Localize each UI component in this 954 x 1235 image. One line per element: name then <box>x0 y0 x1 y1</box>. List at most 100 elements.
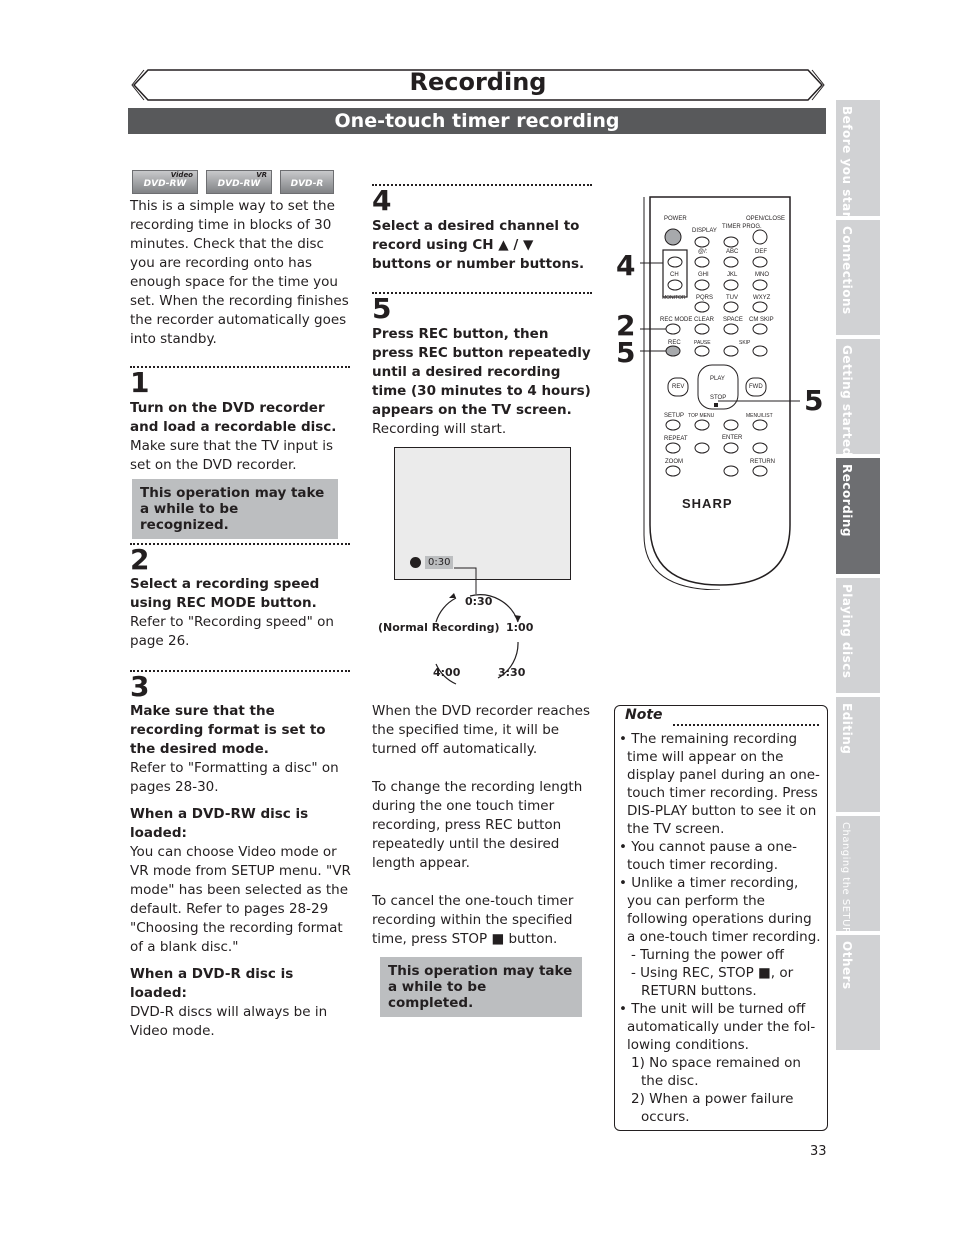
digit-0-button <box>723 323 739 335</box>
remote-brand-logo: SHARP <box>682 496 733 511</box>
side-tab-label: Getting started <box>840 345 854 457</box>
skip-back-button <box>723 345 739 357</box>
callout-step-5-stop: 5 <box>804 384 824 417</box>
digit-8-button <box>723 301 739 313</box>
remote-label-skip: SKIP <box>739 340 751 346</box>
remote-label-clear: CLEAR <box>694 317 715 323</box>
note-list: • The remaining recording time will appe… <box>619 730 821 1126</box>
remote-label-pqrs: PQRS <box>696 295 713 301</box>
power-button <box>664 228 682 246</box>
rec-button <box>665 345 681 357</box>
remote-label-timer-prog: TIMER PROG. <box>722 224 762 230</box>
cycle-time-1-00: 1:00 <box>506 621 534 634</box>
remote-label-zoom: ZOOM <box>665 459 683 465</box>
remote-label-menu-list: MENU/LIST <box>746 413 773 419</box>
side-tab-changing-setup-menu[interactable]: Changing the SETUP menu <box>836 816 880 968</box>
subsection-heading: When a DVD-R disc is loaded: <box>130 966 294 1001</box>
callout-line <box>454 567 477 594</box>
side-tab-label: Recording <box>840 464 854 537</box>
remote-label-cm-skip: CM SKIP <box>749 317 774 323</box>
remote-label-enter: ENTER <box>722 435 743 441</box>
disc-logo-dvd-r: DVD-R <box>280 170 334 194</box>
digit-5-button <box>723 279 739 291</box>
remote-label-mno: MNO <box>755 272 769 278</box>
step-body: Make sure that the TV input is set on th… <box>130 438 334 473</box>
disc-mode-label: VR <box>256 171 267 179</box>
open-close-button <box>752 229 768 245</box>
top-menu-button <box>694 419 710 431</box>
paragraph: To change the recording length during th… <box>372 779 583 871</box>
return-button <box>752 465 768 477</box>
side-tab-playing-discs[interactable]: Playing discs <box>836 578 880 693</box>
zoom-button <box>665 465 681 477</box>
remote-label-ch: CH <box>670 272 679 278</box>
notice-completed: This operation may take a while to be co… <box>380 957 582 1017</box>
step-5-content: Press REC button, then press REC button … <box>372 325 594 439</box>
remote-label-rev: REV <box>672 384 684 390</box>
paragraph: To cancel the one-touch timer recording … <box>372 893 574 947</box>
clear-button <box>694 323 710 335</box>
note-item: • The unit will be turned off automatica… <box>619 1001 816 1053</box>
down-button <box>723 465 739 477</box>
step-number: 1 <box>130 366 150 399</box>
remote-label-rec: REC <box>668 340 681 346</box>
side-tab-connections[interactable]: Connections <box>836 220 880 335</box>
subsection-heading: When a DVD-RW disc is loaded: <box>130 806 309 841</box>
step-divider <box>130 543 350 545</box>
normal-recording-label: (Normal Recording) <box>378 621 500 634</box>
remote-label-tuv: TUV <box>726 295 738 301</box>
note-item: • The remaining recording time will appe… <box>619 731 820 837</box>
disc-logo-dvd-rw-vr: VR DVD-RW <box>206 170 272 194</box>
step-body: Refer to "Formatting a disc" on pages 28… <box>130 760 339 795</box>
paragraph: When the DVD recorder reaches the specif… <box>372 703 591 757</box>
remote-control-illustration: POWER DISPLAY TIMER PROG. OPEN/CLOSE CH … <box>640 196 800 590</box>
cycle-time-0-30: 0:30 <box>465 595 493 608</box>
remote-label-display: DISPLAY <box>692 228 717 234</box>
remote-label-ghi: GHI <box>698 272 709 278</box>
step-number: 4 <box>372 184 392 217</box>
step-number: 2 <box>130 543 150 576</box>
digit-3-button <box>752 256 768 268</box>
remote-label-space: SPACE <box>723 317 743 323</box>
left-button <box>694 442 710 454</box>
digit-1-button <box>694 256 710 268</box>
side-tab-others[interactable]: Others <box>836 935 880 1050</box>
side-tab-label: Playing discs <box>840 584 854 679</box>
note-box: Note • The remaining recording time will… <box>614 705 828 1131</box>
disc-logo-dvd-rw-video: Video DVD-RW <box>132 170 198 194</box>
stop-icon <box>714 403 718 407</box>
side-tab-label: Editing <box>840 703 854 755</box>
step-1-content: Turn on the DVD recorder and load a reco… <box>130 399 352 475</box>
setup-button <box>665 419 681 431</box>
side-tab-editing[interactable]: Editing <box>836 697 880 812</box>
remote-label-wxyz: WXYZ <box>753 295 771 301</box>
ch-up-button <box>667 256 683 268</box>
side-tab-label: Others <box>840 941 854 990</box>
step-4-heading: Select a desired channel to record using… <box>372 218 585 272</box>
remote-label-pause: PAUSE <box>694 340 711 346</box>
cm-skip-button <box>752 323 768 335</box>
side-tab-before-you-start[interactable]: Before you start <box>836 100 880 224</box>
note-subitem: - Using REC, STOP ■, or RETURN buttons. <box>631 965 794 999</box>
ch-down-button <box>667 279 683 291</box>
subsection-body: DVD-R discs will always be in Video mode… <box>130 1004 328 1039</box>
remote-label-setup: SETUP <box>664 413 684 419</box>
digit-9-button <box>752 301 768 313</box>
disc-type-label: DVD-RW <box>217 179 261 189</box>
play-stop-pad <box>697 364 739 410</box>
remote-label-fwd: FWD <box>749 384 763 390</box>
disc-mode-label <box>281 171 333 179</box>
enter-button <box>723 442 739 454</box>
side-tab-recording[interactable]: Recording <box>836 458 880 574</box>
pause-button <box>694 345 710 357</box>
page-number: 33 <box>810 1144 827 1159</box>
cycle-arc <box>435 597 457 623</box>
step-body: Refer to "Recording speed" on page 26. <box>130 614 334 649</box>
callout-step-5-rec: 5 <box>616 336 636 369</box>
skip-forward-button <box>752 345 768 357</box>
rec-mode-button <box>665 323 681 335</box>
side-tab-getting-started[interactable]: Getting started <box>836 339 880 457</box>
step-divider <box>130 366 350 368</box>
digit-6-button <box>752 279 768 291</box>
step-divider <box>372 184 592 186</box>
